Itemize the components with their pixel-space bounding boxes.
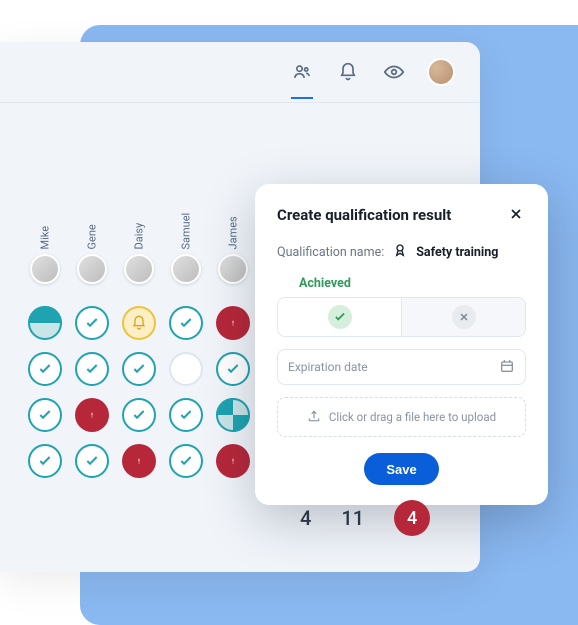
calendar-icon xyxy=(499,358,515,377)
date-placeholder: Expiration date xyxy=(288,360,368,374)
grid-cell-check[interactable] xyxy=(75,444,109,478)
person-label: Mike xyxy=(39,210,52,250)
segment-achieved[interactable] xyxy=(278,298,401,336)
file-upload-dropzone[interactable]: Click or drag a file here to upload xyxy=(277,397,526,437)
topbar xyxy=(0,42,480,102)
qualification-name-line: Qualification name: Safety training xyxy=(277,242,526,262)
person-avatar xyxy=(218,254,248,284)
grid-cell-check[interactable] xyxy=(169,444,203,478)
grid-cell-check[interactable] xyxy=(75,352,109,386)
check-icon xyxy=(328,305,352,329)
person-col-2[interactable]: Daisy xyxy=(122,223,156,284)
person-label: James xyxy=(227,210,240,250)
bell-icon[interactable] xyxy=(335,59,361,85)
grid-cell-alert[interactable] xyxy=(216,444,250,478)
upload-text: Click or drag a file here to upload xyxy=(329,410,496,424)
person-avatar xyxy=(77,254,107,284)
create-qualification-modal: Create qualification result Qualificatio… xyxy=(255,184,548,505)
person-col-3[interactable]: Samuel xyxy=(169,223,203,284)
grid-cell-check[interactable] xyxy=(75,306,109,340)
expiration-date-input[interactable]: Expiration date xyxy=(277,349,526,385)
upload-icon xyxy=(307,409,321,426)
status-segmented-control xyxy=(277,297,526,337)
contacts-icon[interactable] xyxy=(289,59,315,85)
grid-cell-alert[interactable] xyxy=(216,306,250,340)
grid-cell-alert[interactable] xyxy=(122,444,156,478)
achieved-tab-label: Achieved xyxy=(299,276,526,291)
modal-title: Create qualification result xyxy=(277,206,451,224)
close-icon[interactable] xyxy=(508,206,526,224)
grid-cell-alert[interactable] xyxy=(75,398,109,432)
ribbon-icon xyxy=(392,242,408,262)
save-button[interactable]: Save xyxy=(364,453,438,485)
person-avatar xyxy=(124,254,154,284)
grid-cell-check[interactable] xyxy=(169,398,203,432)
segment-not-achieved[interactable] xyxy=(401,298,525,336)
grid-cell-pie2[interactable] xyxy=(216,398,250,432)
grid-cell-check[interactable] xyxy=(169,306,203,340)
grid-cell-check[interactable] xyxy=(28,444,62,478)
person-col-4[interactable]: James xyxy=(216,223,250,284)
count-b: 11 xyxy=(341,506,364,530)
count-c-badge[interactable]: 4 xyxy=(394,500,430,536)
person-avatar xyxy=(171,254,201,284)
count-a: 4 xyxy=(300,506,311,530)
current-user-avatar[interactable] xyxy=(427,58,455,86)
person-label: Samuel xyxy=(180,210,193,250)
person-col-0[interactable]: Mike xyxy=(28,223,62,284)
person-avatar xyxy=(30,254,60,284)
grid-cell-check[interactable] xyxy=(122,398,156,432)
grid-cell-check[interactable] xyxy=(28,398,62,432)
person-label: Daisy xyxy=(133,210,146,250)
grid-cell-check[interactable] xyxy=(28,352,62,386)
footer-counts: 4 11 4 xyxy=(300,500,430,536)
person-col-1[interactable]: Gene xyxy=(75,223,109,284)
eye-icon[interactable] xyxy=(381,59,407,85)
grid-cell-check[interactable] xyxy=(122,352,156,386)
person-label: Gene xyxy=(86,210,99,250)
grid-cell-check[interactable] xyxy=(216,352,250,386)
grid-cell-pie[interactable] xyxy=(28,306,62,340)
qualification-label: Qualification name: xyxy=(277,245,384,260)
qualification-name: Safety training xyxy=(416,245,498,260)
x-icon xyxy=(452,305,476,329)
grid-cell-bell[interactable] xyxy=(122,306,156,340)
grid-cell-empty[interactable] xyxy=(169,352,203,386)
